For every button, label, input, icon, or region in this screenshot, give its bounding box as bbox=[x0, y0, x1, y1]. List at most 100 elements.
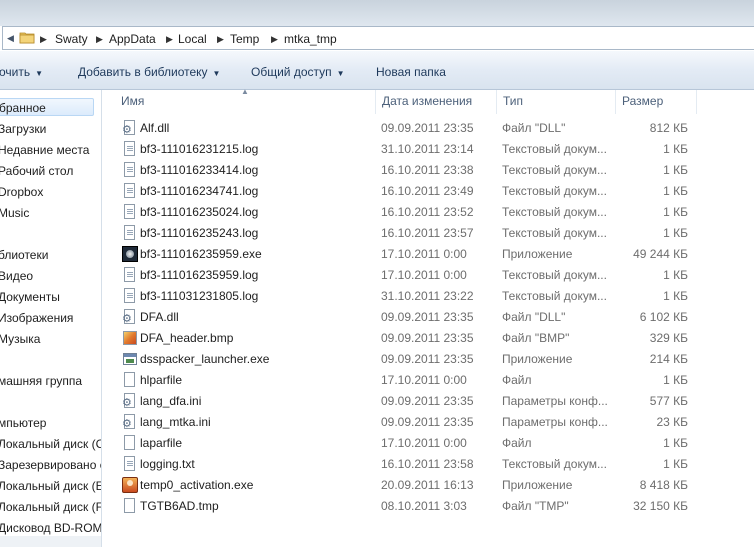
text-file-icon-glyph bbox=[124, 141, 135, 156]
file-date-modified: 09.09.2011 23:35 bbox=[381, 415, 474, 429]
file-name: laparfile bbox=[140, 436, 183, 450]
nav-item-homegroup[interactable]: машняя группа bbox=[0, 372, 82, 390]
breadcrumb-appdata[interactable]: AppData bbox=[109, 31, 156, 47]
column-divider[interactable] bbox=[696, 90, 697, 114]
text-file-icon-glyph bbox=[124, 204, 135, 219]
file-row[interactable]: bf3-111016233414.log 16.10.2011 23:38 Текс… bbox=[102, 160, 754, 181]
file-row[interactable]: laparfile 17.10.2011 0:00 Файл 1 КБ bbox=[102, 433, 754, 454]
file-date-modified: 09.09.2011 23:35 bbox=[381, 331, 474, 345]
folder-icon bbox=[19, 32, 35, 44]
breadcrumb-separator-icon[interactable]: ▶ bbox=[166, 31, 173, 47]
file-size: 1 КБ bbox=[663, 268, 688, 282]
file-name: logging.txt bbox=[140, 457, 195, 471]
text-file-icon bbox=[122, 225, 138, 241]
file-size: 1 КБ bbox=[663, 226, 688, 240]
file-row[interactable]: TGTB6AD.tmp 08.10.2011 3:03 Файл "TMP" 32 1… bbox=[102, 496, 754, 517]
file-row[interactable]: hlparfile 17.10.2011 0:00 Файл 1 КБ bbox=[102, 370, 754, 391]
dll-file-icon bbox=[122, 120, 138, 136]
file-row[interactable]: bf3-111031231805.log 31.10.2011 23:22 Текс… bbox=[102, 286, 754, 307]
file-size: 1 КБ bbox=[663, 142, 688, 156]
file-name: temp0_activation.exe bbox=[140, 478, 254, 492]
file-row[interactable]: dsspacker_launcher.exe 09.09.2011 23:35 Пр… bbox=[102, 349, 754, 370]
add-to-library-button[interactable]: Добавить в библиотеку ▼ bbox=[78, 64, 220, 80]
organize-button[interactable]: очить ▼ bbox=[0, 64, 43, 80]
breadcrumb-separator-icon[interactable]: ▶ bbox=[96, 31, 103, 47]
file-row[interactable]: bf3-111016235243.log 16.10.2011 23:57 Текс… bbox=[102, 223, 754, 244]
file-row[interactable]: bf3-111016234741.log 16.10.2011 23:49 Текс… bbox=[102, 181, 754, 202]
new-folder-button[interactable]: Новая папка bbox=[376, 64, 446, 80]
bitmap-file-icon-glyph bbox=[123, 331, 137, 345]
config-file-icon-glyph bbox=[122, 393, 135, 409]
nav-item-favorites[interactable]: бранное bbox=[0, 98, 94, 116]
file-row[interactable]: bf3-111016235959.log 17.10.2011 0:00 Текст… bbox=[102, 265, 754, 286]
text-file-icon-glyph bbox=[124, 183, 135, 198]
nav-item-music-folder[interactable]: Music bbox=[0, 204, 29, 222]
nav-item-local-disk-f[interactable]: Локальный диск (F: bbox=[0, 498, 101, 516]
breadcrumb-local[interactable]: Local bbox=[178, 31, 207, 47]
nav-item-reserved[interactable]: Зарезервировано с bbox=[0, 456, 101, 474]
file-type: Текстовый докум... bbox=[502, 184, 607, 198]
file-type: Текстовый докум... bbox=[502, 289, 607, 303]
file-size: 1 КБ bbox=[663, 163, 688, 177]
file-name: hlparfile bbox=[140, 373, 183, 387]
nav-item-bd-rom[interactable]: Дисковод BD-ROM bbox=[0, 519, 101, 537]
nav-item-video[interactable]: Видео bbox=[0, 267, 33, 285]
file-name: TGTB6AD.tmp bbox=[140, 499, 219, 513]
file-name: DFA.dll bbox=[140, 310, 179, 324]
nav-item-recent-places[interactable]: Недавние места bbox=[0, 141, 89, 159]
nav-item-computer[interactable]: мпьютер bbox=[0, 414, 46, 432]
file-type: Файл bbox=[502, 373, 532, 387]
breadcrumb-mtka-tmp[interactable]: mtka_tmp bbox=[284, 31, 337, 47]
file-name: bf3-111016231215.log bbox=[140, 142, 259, 156]
file-name: bf3-111016235959.log bbox=[140, 268, 259, 282]
file-row[interactable]: Alf.dll 09.09.2011 23:35 Файл "DLL" 812 КБ bbox=[102, 118, 754, 139]
blank-file-icon bbox=[122, 498, 138, 514]
file-size: 49 244 КБ bbox=[633, 247, 688, 261]
file-row[interactable]: DFA_header.bmp 09.09.2011 23:35 Файл "BMP"… bbox=[102, 328, 754, 349]
file-date-modified: 31.10.2011 23:14 bbox=[381, 142, 474, 156]
recent-locations-chevron-icon[interactable]: ◀ bbox=[7, 33, 14, 44]
file-date-modified: 17.10.2011 0:00 bbox=[381, 247, 467, 261]
nav-item-music-library[interactable]: Музыка bbox=[0, 330, 40, 348]
column-header-type[interactable]: Тип bbox=[497, 90, 615, 112]
nav-item-local-disk-e[interactable]: Локальный диск (E: bbox=[0, 477, 101, 495]
file-row[interactable]: bf3-111016235024.log 16.10.2011 23:52 Текс… bbox=[102, 202, 754, 223]
nav-item-desktop[interactable]: Рабочий стол bbox=[0, 162, 73, 180]
add-to-library-label: Добавить в библиотеку bbox=[78, 65, 208, 79]
nav-item-dropbox[interactable]: Dropbox bbox=[0, 183, 43, 201]
file-list[interactable]: ▲ Имя Дата изменения Тип Размер Alf.dll0… bbox=[102, 87, 754, 547]
share-button[interactable]: Общий доступ ▼ bbox=[251, 64, 345, 80]
column-header-size[interactable]: Размер bbox=[616, 90, 696, 112]
file-row[interactable]: bf3-111016231215.log 31.10.2011 23:14 Текс… bbox=[102, 139, 754, 160]
breadcrumb-temp[interactable]: Temp bbox=[230, 31, 259, 47]
chevron-down-icon: ▼ bbox=[336, 69, 345, 78]
file-row[interactable]: lang_mtka.ini 09.09.2011 23:35 Параметры к… bbox=[102, 412, 754, 433]
file-type: Текстовый докум... bbox=[502, 205, 607, 219]
file-type: Параметры конф... bbox=[502, 415, 608, 429]
breadcrumb-separator-icon[interactable]: ▶ bbox=[40, 31, 47, 47]
column-header-name[interactable]: Имя bbox=[115, 90, 375, 112]
blank-file-icon-glyph bbox=[124, 372, 135, 387]
file-type: Текстовый докум... bbox=[502, 457, 607, 471]
file-size: 812 КБ bbox=[649, 121, 688, 135]
file-row[interactable]: temp0_activation.exe 20.09.2011 16:13 Прил… bbox=[102, 475, 754, 496]
column-header-date[interactable]: Дата изменения bbox=[376, 90, 496, 112]
nav-item-local-disk-c[interactable]: Локальный диск (C bbox=[0, 435, 101, 453]
nav-item-images[interactable]: Изображения bbox=[0, 309, 73, 327]
file-row[interactable]: logging.txt 16.10.2011 23:58 Текстовый док… bbox=[102, 454, 754, 475]
file-row[interactable]: bf3-111016235959.exe 17.10.2011 0:00 Прило… bbox=[102, 244, 754, 265]
file-row[interactable]: DFA.dll 09.09.2011 23:35 Файл "DLL" 6 102 К… bbox=[102, 307, 754, 328]
window-exe-icon-glyph bbox=[123, 353, 137, 365]
config-file-icon-glyph bbox=[122, 414, 135, 430]
nav-item-documents[interactable]: Документы bbox=[0, 288, 60, 306]
breadcrumb-swaty[interactable]: Swaty bbox=[55, 31, 88, 47]
file-row[interactable]: lang_dfa.ini 09.09.2011 23:35 Параметры ко… bbox=[102, 391, 754, 412]
nav-item-downloads[interactable]: Загрузки bbox=[0, 120, 46, 138]
nav-item-libraries[interactable]: блиотеки bbox=[0, 246, 48, 264]
text-file-icon-glyph bbox=[124, 288, 135, 303]
navigation-pane[interactable]: бранное Загрузки Недавние места Рабочий … bbox=[0, 90, 102, 547]
dll-file-icon bbox=[122, 309, 138, 325]
breadcrumb-separator-icon[interactable]: ▶ bbox=[271, 31, 278, 47]
breadcrumb-separator-icon[interactable]: ▶ bbox=[217, 31, 224, 47]
address-bar[interactable]: ◀ ▶ Swaty ▶ AppData ▶ Local ▶ Temp ▶ mtk… bbox=[2, 26, 754, 50]
